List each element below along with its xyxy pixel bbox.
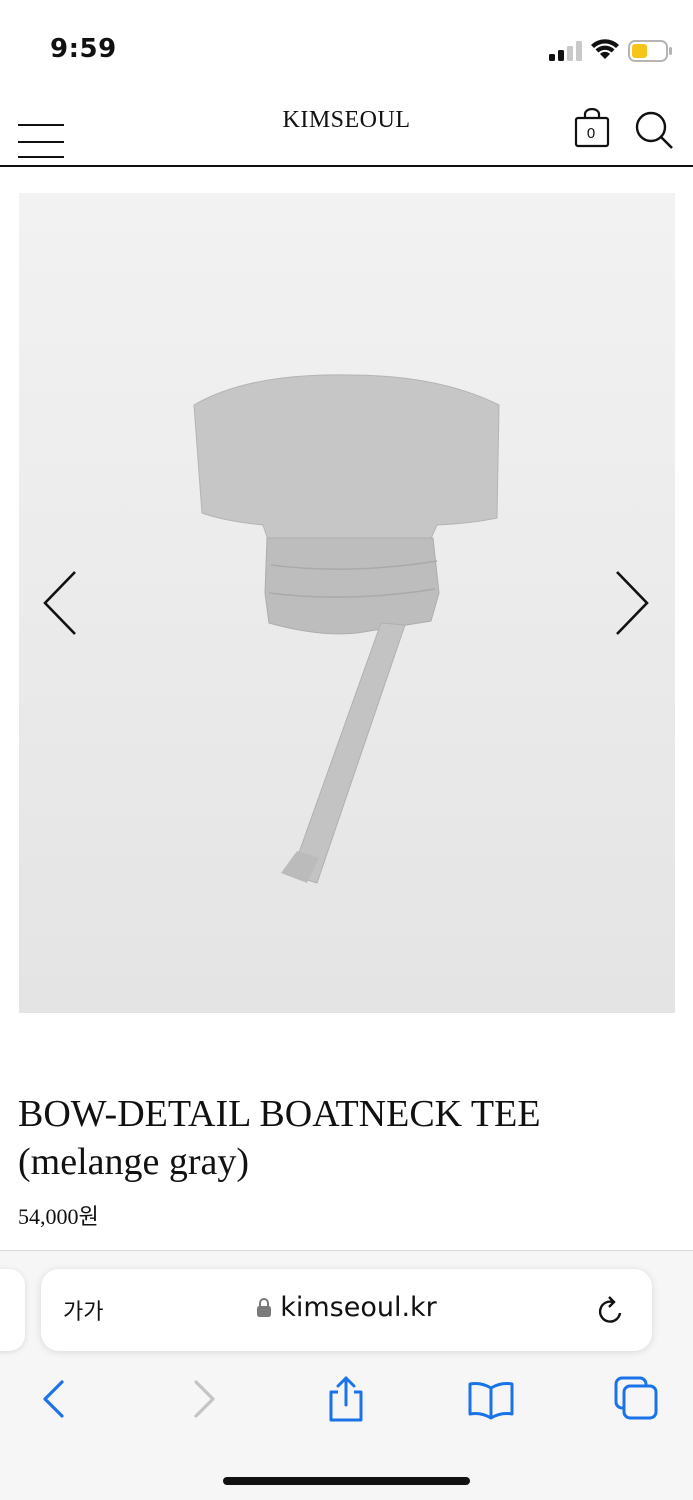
search-button[interactable] [634,110,674,150]
url-display[interactable]: kimseoul.kr [41,1292,652,1323]
site-header: KIMSEOUL 0 [0,100,693,167]
cart-button[interactable]: 0 [574,107,610,150]
share-icon[interactable] [321,1376,371,1422]
cart-count-badge: 0 [586,125,596,142]
tabs-icon[interactable] [612,1376,662,1422]
chevron-right-icon[interactable] [611,568,651,638]
menu-line [18,141,64,143]
browser-chrome: 가가 kimseoul.kr [0,1250,693,1500]
chevron-left-icon[interactable] [41,568,81,638]
product-title: BOW-DETAIL BOATNECK TEE (melange gray) [18,1093,541,1183]
search-icon [635,111,673,149]
forward-icon[interactable] [178,1376,228,1422]
previous-tab-preview[interactable] [0,1269,25,1351]
product-image-carousel[interactable] [19,193,675,1013]
book-icon[interactable] [466,1376,516,1422]
battery-icon [628,40,672,62]
url-text: kimseoul.kr [280,1292,437,1323]
product-price: 54,000원 [18,1204,99,1229]
status-time: 9:59 [50,34,117,64]
reload-icon[interactable] [595,1295,627,1327]
lock-icon [257,1298,272,1317]
menu-line [18,156,64,158]
status-bar: 9:59 [0,0,693,100]
product-image-tee [193,374,500,884]
address-bar[interactable]: 가가 kimseoul.kr [41,1269,652,1351]
cellular-signal-icon [549,41,582,61]
home-indicator [223,1477,470,1485]
wifi-icon [591,39,619,59]
back-icon[interactable] [30,1376,80,1422]
